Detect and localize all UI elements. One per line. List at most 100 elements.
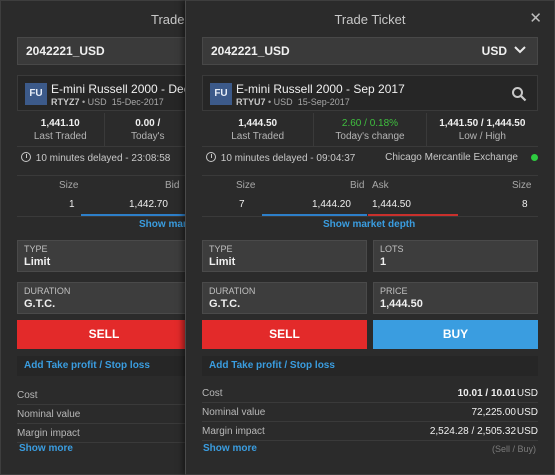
bid-bar: [81, 214, 191, 216]
instrument-name: E-mini Russell 2000 - Sep 2017: [236, 82, 405, 96]
order-type-field[interactable]: TYPE Limit: [202, 240, 367, 272]
price-stats: 1,444.50 Last Traded 2.60 / 0.18% Today'…: [202, 113, 538, 147]
ticket-title: Trade: [151, 12, 185, 27]
instrument-expiry: 15-Sep-2017: [297, 97, 350, 107]
stat-last-traded: 1,444.50 Last Traded: [202, 113, 315, 146]
sell-button[interactable]: SELL: [202, 320, 367, 349]
instrument-expiry: 15-Dec-2017: [111, 97, 164, 107]
summary-nominal-value: Nominal value 72,225.00 USD: [202, 403, 538, 422]
ask-header: Ask: [372, 180, 389, 191]
field-label: PRICE: [380, 286, 408, 296]
delay-text: 10 minutes delayed - 09:04:37: [220, 153, 356, 164]
summary-label: Margin impact: [202, 426, 265, 437]
summary-value: 72,225.00: [471, 407, 517, 418]
bid-size: 7: [239, 199, 245, 210]
bid-price[interactable]: 1,444.20: [312, 199, 351, 210]
ask-bar: [368, 214, 458, 216]
field-value: Limit: [24, 256, 51, 268]
field-label: DURATION: [209, 286, 256, 296]
order-type-field[interactable]: TYPE Limit: [17, 240, 191, 272]
summary-margin-impact: Margin impact: [17, 424, 191, 443]
stat-value: 1,441.50 / 1,444.50: [439, 118, 526, 129]
close-icon[interactable]: ✕: [529, 11, 542, 26]
delay-text: 10 minutes delayed - 23:08:58: [35, 153, 171, 164]
ticket-title: Trade Ticket: [334, 12, 406, 27]
show-more-link[interactable]: Show more: [203, 443, 257, 454]
field-label: LOTS: [380, 244, 404, 254]
instrument-currency: USD: [87, 97, 107, 107]
summary-label: Nominal value: [202, 407, 266, 418]
add-take-profit-stop-loss-link[interactable]: Add Take profit / Stop loss: [17, 356, 191, 376]
stat-label: Last Traded: [33, 131, 87, 142]
stat-value: 1,441.10: [40, 118, 80, 129]
exchange-name: Chicago Mercantile Exchange: [385, 152, 518, 163]
stat-value: 1,444.50: [238, 118, 278, 129]
summary-unit: USD: [516, 388, 538, 399]
summary-value: 10.01 / 10.01: [457, 388, 516, 399]
summary-nominal-value: Nominal value: [17, 405, 191, 424]
lots-field[interactable]: LOTS 1: [373, 240, 538, 272]
bid-header: Bid: [165, 180, 180, 191]
size-header: Size: [59, 180, 79, 191]
show-more-link[interactable]: Show more: [19, 443, 73, 454]
ask-size: 8: [522, 199, 528, 210]
title-bar: Trade: [1, 1, 189, 37]
trade-ticket: Trade Ticket ✕ 2042221_USD USD FU E-mini…: [185, 0, 555, 475]
delay-info: 10 minutes delayed - 09:04:37 Chicago Me…: [206, 152, 538, 164]
instrument-header: FU E-mini Russell 2000 - Sep 2017 RTYU7 …: [202, 75, 538, 111]
ask-size-header: Size: [512, 180, 532, 191]
buy-button[interactable]: BUY: [373, 320, 538, 349]
account-selector[interactable]: 2042221_USD USD: [202, 37, 538, 65]
instrument-symbol: RTYZ7: [51, 97, 80, 107]
stat-label: Low / High: [458, 131, 506, 142]
futures-badge: FU: [210, 83, 232, 105]
bid-bar: [262, 214, 367, 216]
stat-today-change: 0.00 / Today's: [105, 113, 192, 146]
market-depth: Size Bid 1 1,442.70: [17, 175, 191, 217]
ask-price[interactable]: 1,444.50: [372, 199, 411, 210]
account-id: 2042221_USD: [211, 44, 290, 58]
field-label: TYPE: [209, 244, 233, 254]
stat-last-traded: 1,441.10 Last Traded: [17, 113, 105, 146]
field-value: Limit: [209, 256, 236, 268]
instrument-header: FU E-mini Russell 2000 - Dec 2 RTYZ7 • U…: [17, 75, 200, 111]
market-depth: Size Bid Ask Size 7 1,444.20 1,444.50 8: [202, 175, 538, 217]
field-value: G.T.C.: [209, 298, 241, 310]
summary-value: 2,524.28 / 2,505.32: [429, 426, 516, 437]
field-label: DURATION: [24, 286, 71, 296]
price-stats: 1,441.10 Last Traded 0.00 / Today's: [17, 113, 191, 147]
summary-cost: Cost: [17, 386, 191, 405]
show-market-depth-link[interactable]: Show market depth: [323, 219, 415, 230]
field-value: 1: [380, 256, 387, 268]
instrument-details: RTYU7 • USD 15-Sep-2017: [236, 97, 350, 107]
price-field[interactable]: PRICE 1,444.50: [373, 282, 538, 314]
bid-size: 1: [69, 199, 75, 210]
duration-field[interactable]: DURATION G.T.C.: [17, 282, 191, 314]
instrument-symbol: RTYU7: [236, 97, 266, 107]
sell-button[interactable]: SELL: [17, 320, 191, 349]
field-value: G.T.C.: [24, 298, 56, 310]
bid-header: Bid: [350, 180, 365, 191]
stat-label: Last Traded: [231, 131, 285, 142]
instrument-name: E-mini Russell 2000 - Dec 2: [51, 82, 200, 96]
field-label: TYPE: [24, 244, 48, 254]
delay-info: 10 minutes delayed - 23:08:58: [21, 152, 170, 164]
stat-low-high: 1,441.50 / 1,444.50 Low / High: [427, 113, 538, 146]
add-take-profit-stop-loss-link[interactable]: Add Take profit / Stop loss: [202, 356, 538, 376]
instrument-details: RTYZ7 • USD 15-Dec-2017: [51, 97, 164, 107]
bid-price[interactable]: 1,442.70: [129, 199, 168, 210]
stat-value: 2.60 / 0.18%: [341, 118, 399, 129]
summary-unit: USD: [516, 426, 538, 437]
title-bar: Trade Ticket ✕: [186, 1, 554, 37]
chevron-down-icon[interactable]: [513, 42, 527, 56]
account-selector[interactable]: 2042221_USD: [17, 37, 189, 65]
sell-buy-note: (Sell / Buy): [491, 444, 536, 454]
duration-field[interactable]: DURATION G.T.C.: [202, 282, 367, 314]
field-value: 1,444.50: [380, 298, 423, 310]
account-currency: USD: [481, 44, 507, 58]
stat-value: 0.00 /: [135, 118, 161, 129]
search-icon[interactable]: [511, 86, 527, 102]
stat-label: Today's: [130, 131, 165, 142]
stat-today-change: 2.60 / 0.18% Today's change: [314, 113, 427, 146]
futures-badge: FU: [25, 83, 47, 105]
